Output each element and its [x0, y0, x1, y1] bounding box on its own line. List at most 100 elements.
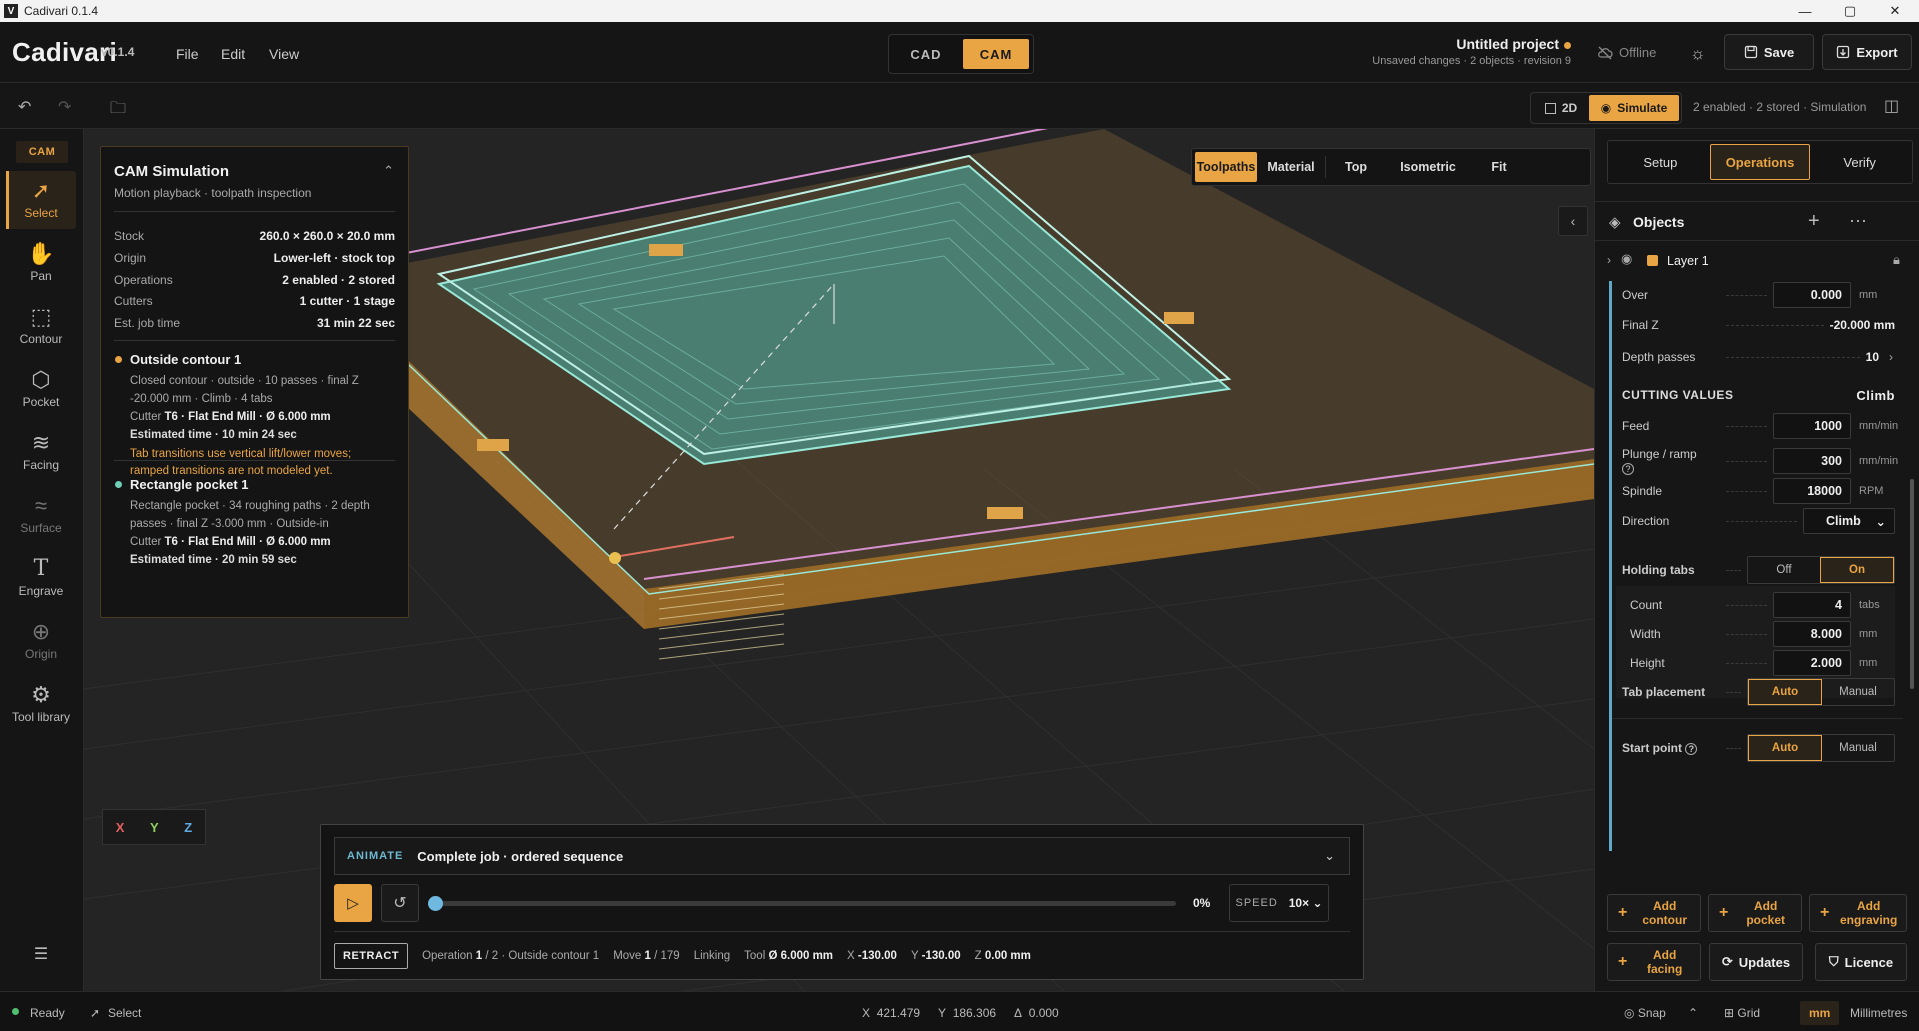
unit-badge[interactable]: mm: [1800, 1001, 1840, 1025]
tabs-off-button[interactable]: Off: [1748, 557, 1820, 583]
height-input[interactable]: 2.000: [1773, 650, 1851, 676]
updates-button[interactable]: ⟳ Updates: [1709, 943, 1803, 981]
direction-select[interactable]: Climb ⌄: [1803, 508, 1895, 534]
tab-operations[interactable]: Operations: [1709, 144, 1811, 180]
spindle-input[interactable]: 18000: [1773, 478, 1851, 504]
open-folder-icon[interactable]: 🗀: [110, 97, 126, 124]
tool-facing[interactable]: ≋ Facing: [6, 423, 76, 481]
chevron-up-icon[interactable]: ⌃: [1688, 1006, 1698, 1020]
operation-item-pocket[interactable]: Rectangle pocket 1 Rectangle pocket · 34…: [114, 477, 395, 569]
tool-select-label: Select: [24, 206, 58, 220]
op-name: Rectangle pocket 1: [114, 477, 395, 492]
eye-icon[interactable]: ◉: [1621, 251, 1632, 267]
settings-sliders-button[interactable]: ☰: [6, 942, 76, 972]
start-manual-button[interactable]: Manual: [1822, 735, 1894, 761]
save-button[interactable]: Save: [1724, 34, 1814, 70]
view-isometric-button[interactable]: Isometric: [1386, 152, 1470, 182]
licence-button[interactable]: ⛉ Licence: [1815, 943, 1907, 981]
theme-sun-icon[interactable]: ☼: [1690, 44, 1706, 64]
layer-row[interactable]: › ◉ Layer 1 🔒︎: [1595, 244, 1919, 278]
offline-indicator[interactable]: Offline: [1597, 45, 1656, 60]
width-input[interactable]: 8.000: [1773, 621, 1851, 647]
tool-library[interactable]: ⚙ Tool library: [6, 675, 76, 733]
view-top-button[interactable]: Top: [1326, 152, 1386, 182]
redo-icon[interactable]: ↷: [58, 97, 71, 117]
add-engraving-button[interactable]: + Add engraving: [1809, 894, 1907, 932]
speed-label: SPEED: [1235, 897, 1278, 909]
layers-icon: ◈: [1609, 214, 1621, 231]
help-icon[interactable]: ?: [1622, 463, 1634, 475]
prop-count: Count 4 tabs: [1630, 591, 1903, 619]
axis-y[interactable]: Y: [150, 820, 159, 835]
tool-contour[interactable]: ⬚ Contour: [6, 297, 76, 355]
sequence-select[interactable]: ANIMATE Complete job · ordered sequence …: [334, 837, 1350, 875]
tool-select[interactable]: ➚ Select: [6, 171, 76, 229]
menu-file[interactable]: File: [176, 46, 199, 62]
add-pocket-button[interactable]: + Add pocket: [1708, 894, 1802, 932]
add-contour-button[interactable]: + Add contour: [1607, 894, 1701, 932]
status-ready: Ready: [30, 1006, 65, 1020]
play-button[interactable]: ▷: [334, 884, 372, 922]
snap-toggle[interactable]: ◎ Snap: [1624, 1006, 1666, 1020]
undo-icon[interactable]: ↶: [18, 97, 31, 117]
ready-dot-icon: [12, 1008, 19, 1015]
holding-tabs-toggle: Off On: [1747, 556, 1895, 584]
collapse-chevron-icon[interactable]: ⌃: [383, 163, 394, 179]
tool-engrave[interactable]: T Engrave: [6, 549, 76, 607]
minimize-button[interactable]: —: [1782, 0, 1828, 22]
mode-cad-button[interactable]: CAD: [893, 39, 959, 69]
axis-z[interactable]: Z: [184, 820, 192, 835]
progress-track[interactable]: [434, 901, 1176, 906]
scrollbar-thumb[interactable]: [1910, 479, 1914, 689]
maximize-button[interactable]: ▢: [1827, 0, 1873, 22]
tabs-on-button[interactable]: On: [1820, 557, 1894, 583]
tool-library-icon: ⚙: [31, 682, 51, 707]
panel-toggle-icon[interactable]: ◫: [1884, 96, 1899, 116]
grid-toggle[interactable]: ⊞ Grid: [1724, 1006, 1760, 1020]
sim-panel-subtitle: Motion playback · toolpath inspection: [114, 186, 312, 200]
op-warning: Tab transitions use vertical lift/lower …: [130, 448, 352, 477]
tool-pan[interactable]: ✋ Pan: [6, 234, 76, 292]
feed-input[interactable]: 1000: [1773, 413, 1851, 439]
simulate-button[interactable]: ◉ Simulate: [1589, 95, 1679, 121]
close-button[interactable]: ✕: [1872, 0, 1918, 22]
reset-button[interactable]: ↺: [381, 884, 419, 922]
tool-origin[interactable]: ⊕ Origin: [6, 612, 76, 670]
toggle-2d-button[interactable]: 2D: [1533, 95, 1589, 121]
plunge-input[interactable]: 300: [1773, 448, 1851, 474]
tab-toolpaths[interactable]: Toolpaths: [1195, 152, 1257, 182]
tab-verify[interactable]: Verify: [1810, 144, 1909, 180]
export-button[interactable]: Export: [1822, 34, 1912, 70]
placement-auto-button[interactable]: Auto: [1748, 679, 1822, 705]
add-facing-button[interactable]: + Add facing: [1607, 943, 1701, 981]
op-desc: Closed contour · outside · 10 passes · f…: [130, 375, 359, 405]
cursor-icon: ➚: [31, 178, 51, 203]
over-input[interactable]: 0.000: [1773, 282, 1851, 308]
tab-material[interactable]: Material: [1257, 152, 1325, 182]
chevron-left-icon[interactable]: ‹: [1558, 206, 1588, 236]
unit-label: Millimetres: [1850, 1006, 1908, 1020]
help-icon[interactable]: ?: [1685, 743, 1698, 755]
progress-thumb[interactable]: [428, 896, 443, 911]
3d-viewport[interactable]: CAM Simulation Motion playback · toolpat…: [84, 129, 1594, 991]
count-input[interactable]: 4: [1773, 592, 1851, 618]
tool-origin-label: Origin: [24, 647, 57, 661]
prop-depth-passes[interactable]: Depth passes 10 ›: [1622, 343, 1903, 371]
chevron-right-icon[interactable]: ›: [1607, 253, 1611, 267]
menu-view[interactable]: View: [269, 46, 299, 62]
properties-scrollbar[interactable]: [1909, 279, 1915, 849]
lock-icon[interactable]: 🔒︎: [1893, 252, 1900, 268]
view-fit-button[interactable]: Fit: [1470, 152, 1528, 182]
speed-select[interactable]: SPEED 10× ⌄: [1229, 884, 1329, 922]
placement-manual-button[interactable]: Manual: [1822, 679, 1894, 705]
mode-cam-button[interactable]: CAM: [963, 39, 1029, 69]
add-object-icon[interactable]: +: [1808, 210, 1820, 233]
more-options-icon[interactable]: ···: [1849, 210, 1867, 231]
tab-setup[interactable]: Setup: [1611, 144, 1710, 180]
tool-surface[interactable]: ≈ Surface: [6, 486, 76, 544]
axis-x[interactable]: X: [116, 820, 125, 835]
tool-pocket[interactable]: ⬡ Pocket: [6, 360, 76, 418]
start-auto-button[interactable]: Auto: [1748, 735, 1822, 761]
menu-edit[interactable]: Edit: [221, 46, 245, 62]
window-titlebar: V Cadivari 0.1.4 — ▢ ✕: [0, 0, 1919, 22]
